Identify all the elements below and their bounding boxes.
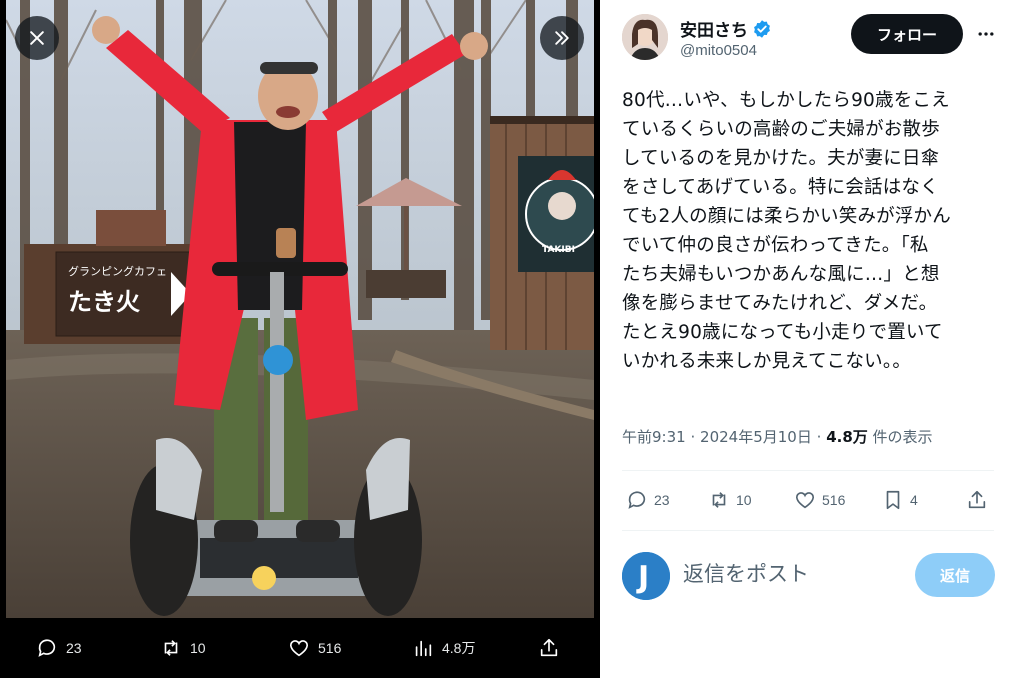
verified-badge-icon	[754, 19, 770, 38]
views-icon	[415, 640, 432, 657]
meta-separator: ·	[690, 428, 696, 446]
tweet-photo[interactable]: グランピングカフェ たき火 TAKIBI	[6, 0, 594, 618]
sign-small-text: グランピングカフェ	[68, 264, 167, 278]
media-like-button[interactable]: 516	[288, 618, 341, 678]
heart-icon	[289, 640, 309, 657]
retweet-icon	[164, 640, 178, 656]
divider	[622, 470, 994, 471]
avatar-letter: J	[636, 560, 649, 595]
reply-count: 23	[654, 492, 670, 508]
media-retweet-count: 10	[190, 640, 206, 656]
tweet-text: 80代…いや、もしかしたら90歳をこえ ているくらいの高齢のご夫婦がお散歩 して…	[622, 90, 951, 372]
media-retweet-button[interactable]: 10	[160, 618, 206, 678]
heart-icon	[795, 492, 815, 509]
retweet-icon	[712, 492, 726, 508]
media-like-count: 516	[318, 640, 342, 656]
like-button[interactable]: 516	[794, 474, 845, 526]
like-count: 516	[822, 492, 846, 508]
close-icon	[30, 31, 44, 45]
media-view-count: 4.8万	[442, 640, 476, 656]
expand-panel-button[interactable]	[540, 16, 584, 60]
media-reply-button[interactable]: 23	[36, 618, 82, 678]
tweet-view-suffix: 件の表示	[872, 428, 933, 446]
photo-illustration: グランピングカフェ たき火 TAKIBI	[6, 0, 594, 618]
tweet-view-number: 4.8万	[826, 428, 868, 446]
user-avatar-j-icon: J	[622, 552, 670, 600]
reply-icon	[38, 639, 56, 657]
reply-button[interactable]: 23	[626, 474, 670, 526]
follow-button[interactable]: フォロー	[851, 14, 963, 54]
tweet-date[interactable]: 2024年5月10日	[700, 428, 812, 446]
author-display-name[interactable]: 安田さち	[680, 16, 748, 41]
reply-icon	[628, 491, 646, 509]
logo-text: TAKIBI	[542, 245, 575, 255]
media-action-bar: 23 10 516 4.8万	[0, 618, 600, 678]
author-name-row: 安田さち	[680, 16, 772, 41]
share-button[interactable]	[966, 474, 988, 526]
media-viewer: グランピングカフェ たき火 TAKIBI 23 10 516 4.8万	[0, 0, 600, 678]
retweet-button[interactable]: 10	[708, 474, 752, 526]
bookmark-count: 4	[910, 492, 918, 508]
retweet-count: 10	[736, 492, 752, 508]
reply-input[interactable]: 返信をポスト	[683, 558, 809, 588]
more-horizontal-icon	[978, 32, 994, 36]
sign-big-text: たき火	[68, 288, 140, 316]
author-avatar[interactable]	[622, 14, 668, 60]
media-views-button[interactable]: 4.8万	[412, 618, 475, 678]
avatar-image	[622, 14, 668, 60]
media-reply-count: 23	[66, 640, 82, 656]
tweet-panel: 安田さち @mito0504 フォロー 80代…いや、もしかしたら90歳をこえ …	[600, 0, 1012, 678]
tweet-meta: 午前9:31 · 2024年5月10日 · 4.8万 件の表示	[622, 426, 933, 447]
reply-submit-button[interactable]: 返信	[915, 553, 995, 597]
bookmark-button[interactable]: 4	[882, 474, 918, 526]
share-icon	[968, 490, 986, 509]
media-share-button[interactable]	[538, 618, 560, 678]
bookmark-icon	[886, 490, 900, 510]
divider	[622, 530, 994, 531]
more-options-button[interactable]	[974, 22, 998, 46]
close-button[interactable]	[15, 16, 59, 60]
author-handle[interactable]: @mito0504	[680, 42, 757, 59]
tweet-time[interactable]: 午前9:31	[622, 428, 686, 446]
current-user-avatar[interactable]: J	[622, 552, 670, 600]
share-icon	[540, 638, 558, 657]
tweet-action-bar: 23 10 516 4	[622, 474, 994, 526]
meta-separator: ·	[816, 428, 822, 446]
double-chevron-right-icon	[555, 31, 569, 45]
